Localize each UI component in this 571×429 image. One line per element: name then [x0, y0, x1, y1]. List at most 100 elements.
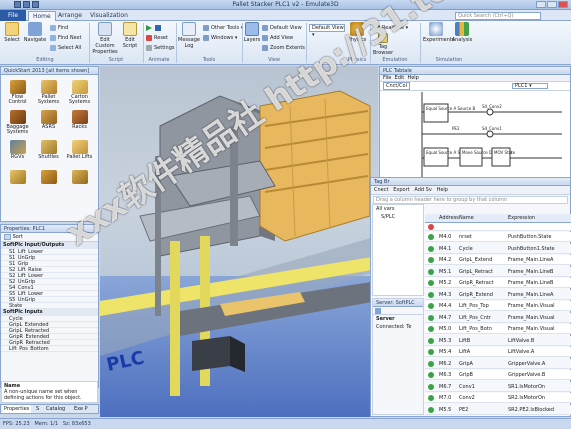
tag-tree: All vars S/PLC — [372, 204, 424, 296]
baggage-icon — [9, 110, 26, 124]
select-button[interactable]: Select — [2, 22, 22, 56]
select-all-button[interactable]: Select All — [50, 44, 81, 52]
tag-row[interactable]: M4.2GripL_Extend✓Frame_Main.LineA — [425, 255, 571, 265]
property-category[interactable]: SoftPlc Inputs — [1, 309, 98, 316]
sort-icon[interactable] — [4, 233, 11, 240]
find-button[interactable]: Find — [50, 24, 68, 32]
catalog-item[interactable]: Pallet Lifts — [64, 138, 95, 168]
tag-row[interactable]: M5.1GripL_Retract✓Frame_Main.LineB — [425, 266, 571, 277]
layers-button[interactable]: Layers — [243, 22, 261, 56]
undo-icon[interactable] — [23, 1, 30, 8]
navigate-button[interactable]: Navigate — [23, 22, 47, 56]
property-row[interactable]: Lift_Pos_Bottom — [1, 346, 98, 352]
settings-button[interactable]: Settings — [146, 44, 175, 52]
tab-properties[interactable]: Properties — [2, 405, 32, 413]
analysis-button[interactable]: Analysis — [450, 22, 474, 56]
status-dot-icon — [428, 349, 434, 355]
column-address[interactable]: Address — [439, 214, 459, 223]
menu-help[interactable]: Help — [407, 75, 418, 81]
menu-edit[interactable]: Edit — [395, 75, 405, 81]
tab-visualization[interactable]: Visualization — [86, 11, 132, 21]
catalog-item[interactable]: Racks — [64, 108, 95, 138]
tag-row[interactable]: M4.3GripR_Extend✓Frame_Main.LineA — [425, 289, 571, 300]
menu-file[interactable]: File — [383, 75, 391, 81]
catalog-item[interactable]: RGVs — [2, 138, 33, 168]
script-icon — [123, 22, 137, 36]
tag-row[interactable]: M5.2GripR_Retract✓Frame_Main.LineB — [425, 278, 571, 288]
tag-row[interactable]: M6.3 GripB GripperValve.B — [425, 370, 571, 380]
catalog-item[interactable]: Flow Control — [2, 78, 33, 108]
group-script: Script — [108, 57, 124, 63]
tab-catalog[interactable]: Catalog — [44, 405, 67, 413]
catalog-grid: Flow Control Pallet Systems Carton Syste… — [2, 78, 97, 186]
help-button[interactable]: Help — [437, 187, 448, 193]
navigate-label: Navigate — [23, 37, 47, 43]
edit-custom-properties-button[interactable]: Edit Custom Properties — [91, 22, 119, 56]
catalog-item[interactable]: ASRS — [33, 108, 64, 138]
tag-filter-input[interactable]: Drag a column header here to group by th… — [373, 196, 568, 204]
coil[interactable] — [486, 108, 494, 116]
coil[interactable] — [486, 130, 494, 138]
reset-button[interactable]: Reset — [146, 34, 168, 42]
tag-row[interactable]: M4.1 Cycle PushButton1.State — [425, 243, 571, 254]
add-view-button[interactable]: Add View — [262, 34, 293, 42]
edit-script-button[interactable]: Edit Script — [120, 22, 140, 56]
tag-row[interactable]: M5.0 Lift_Pos_Botn Frame_Main.Visual — [425, 324, 571, 334]
play-icon[interactable] — [146, 25, 152, 31]
tag-row[interactable]: M6.2 GripA GripperValve.A — [425, 358, 571, 369]
export-button[interactable]: Export — [393, 187, 409, 193]
catalog-item[interactable]: Pallet Systems — [33, 78, 64, 108]
tag-row[interactable]: M5.4 LiftA LiftValve.A — [425, 347, 571, 357]
tag-row[interactable]: M7.0Conv2✓SR2.IsMotorOn — [425, 393, 571, 403]
status-dot-icon — [428, 383, 434, 390]
status-dot-icon — [428, 314, 434, 321]
default-view-button[interactable]: Default View — [262, 24, 302, 32]
tag-address: M6.7 — [439, 383, 452, 390]
windows-dropdown[interactable]: Windows ▾ — [203, 34, 237, 42]
tab-home[interactable]: Home — [28, 11, 56, 21]
tab-exe[interactable]: Exe P — [72, 405, 90, 413]
tree-node[interactable]: All vars — [373, 205, 423, 213]
tag-row[interactable]: M4.0 nrset PushButton.State — [425, 232, 571, 242]
tag-expression: SR1.IsMotorOn — [508, 383, 546, 390]
catalog-item[interactable] — [64, 168, 95, 186]
file-tab[interactable]: File — [0, 10, 26, 21]
catalog-item-label: Shuttles — [38, 154, 59, 160]
server-icon[interactable] — [375, 308, 381, 314]
sort-label[interactable]: Sort — [13, 234, 23, 240]
tag-expression: Frame_Main.Visual — [508, 314, 555, 321]
tag-row[interactable]: M4.7 Lift_Pos_Cntr Frame_Main.Visual — [425, 312, 571, 323]
message-log-button[interactable]: Message Log — [177, 22, 201, 56]
redo-icon[interactable] — [32, 1, 39, 8]
tag-name: PE2 — [459, 406, 469, 413]
tag-row[interactable]: M5.5 PE2 SR2.PE2.IsBlocked — [425, 404, 571, 415]
connect-button[interactable]: Cnect — [374, 187, 388, 193]
tag-toolbar: Cnect Export Add Sv Help — [371, 186, 570, 195]
catalog-item[interactable] — [2, 168, 33, 186]
pause-icon[interactable] — [155, 25, 161, 31]
minimize-button[interactable] — [536, 1, 546, 8]
tag-row[interactable]: M6.7Conv1✓SR1.IsMotorOn — [425, 381, 571, 392]
save-icon[interactable] — [14, 1, 21, 8]
tag-name: Lift_Pos_Cntr — [459, 314, 491, 321]
maximize-button[interactable] — [547, 1, 557, 8]
quick-search-input[interactable]: Quick Search (Ctrl+Q) — [455, 12, 541, 20]
column-name[interactable]: Name — [459, 214, 474, 223]
tag-row[interactable]: M4.4Lift_Pos_Top✓Frame_Main.Visual — [425, 301, 571, 311]
tag-new-row[interactable] — [425, 223, 571, 231]
catalog-item[interactable]: Carton Systems — [64, 78, 95, 108]
column-expression[interactable]: Expression — [508, 214, 535, 223]
tag-row[interactable]: M5.3 LiftB LiftValve.B — [425, 335, 571, 346]
plc-tab[interactable]: Cnct/Col — [383, 82, 410, 90]
catalog-item[interactable] — [33, 168, 64, 186]
catalog-item[interactable]: Shuttles — [33, 138, 64, 168]
add-server-button[interactable]: Add Sv — [414, 187, 431, 193]
tab-arrange[interactable]: Arrange — [54, 11, 86, 21]
tree-node[interactable]: S/PLC — [373, 213, 423, 221]
tab-s[interactable]: S — [34, 405, 41, 413]
catalog-item[interactable]: Baggage Systems — [2, 108, 33, 138]
plc-select[interactable]: PLC1 ▾ — [512, 83, 548, 89]
close-button[interactable] — [558, 1, 568, 8]
other-tools-dropdown[interactable]: Other Tools ▾ — [203, 24, 243, 32]
find-next-button[interactable]: Find Next — [50, 34, 81, 42]
